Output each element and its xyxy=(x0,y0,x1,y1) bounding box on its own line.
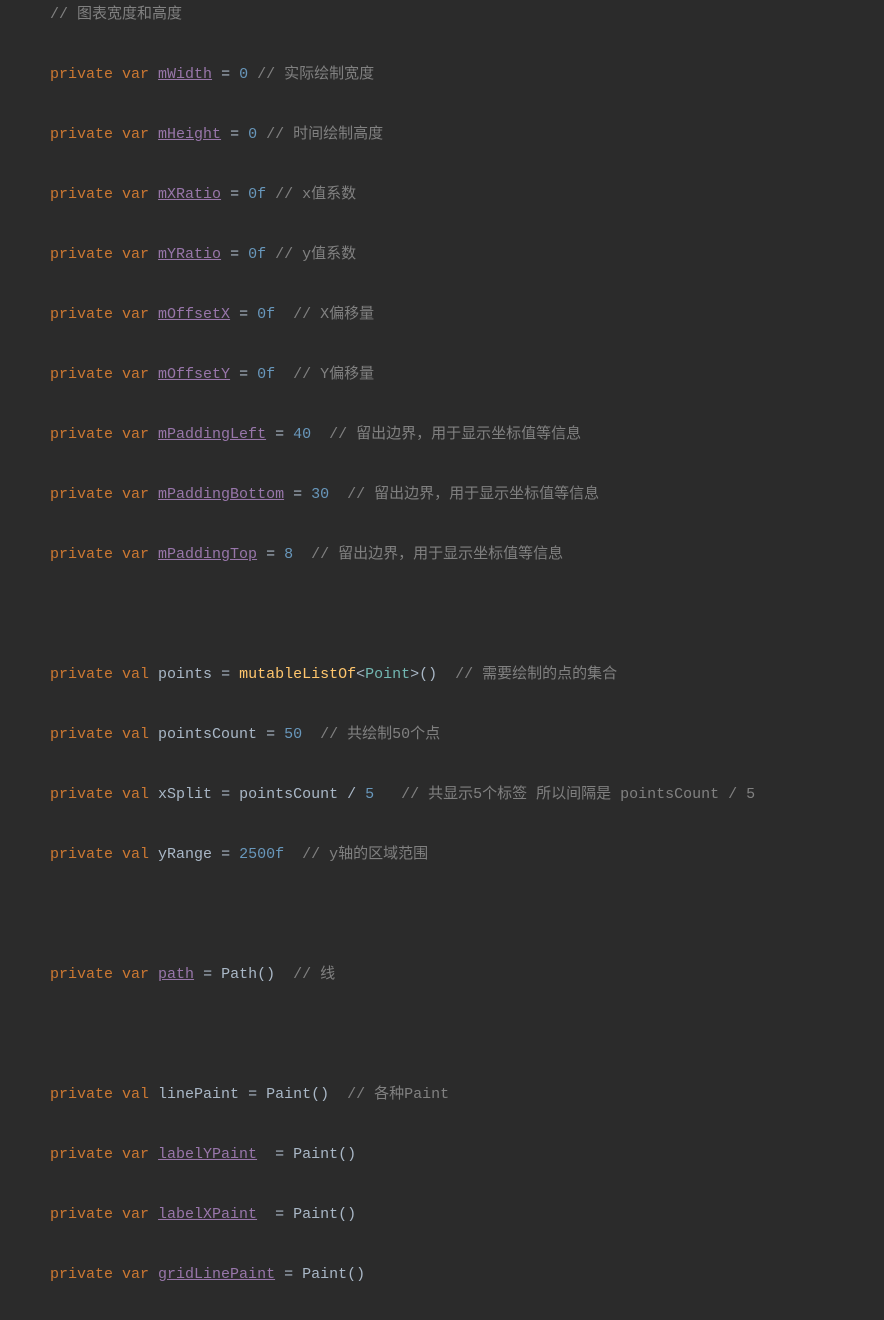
number: 0f xyxy=(248,246,266,263)
comment: // 各种Paint xyxy=(329,1086,449,1103)
code-line: private var mHeight = 0 // 时间绘制高度 xyxy=(50,120,884,150)
var-name: yRange xyxy=(158,846,212,863)
keyword: private var xyxy=(50,246,149,263)
code-line: private var mXRatio = 0f // x值系数 xyxy=(50,180,884,210)
function-call: mutableListOf xyxy=(239,666,356,683)
var-name: mPaddingLeft xyxy=(158,426,266,443)
number: 30 xyxy=(311,486,329,503)
keyword: private var xyxy=(50,306,149,323)
blank-line xyxy=(50,600,884,630)
number: 0 xyxy=(239,66,248,83)
keyword: private var xyxy=(50,546,149,563)
keyword: private var xyxy=(50,186,149,203)
function-call: Paint() xyxy=(293,1206,356,1223)
var-name: mHeight xyxy=(158,126,221,143)
var-name: mPaddingBottom xyxy=(158,486,284,503)
code-line: private val xSplit = pointsCount / 5 // … xyxy=(50,780,884,810)
number: 0f xyxy=(248,186,266,203)
comment: // Y偏移量 xyxy=(275,366,374,383)
function-call: Path() xyxy=(221,966,275,983)
var-name: mPaddingTop xyxy=(158,546,257,563)
var-name: points xyxy=(158,666,212,683)
number: 0 xyxy=(248,126,257,143)
comment: // 时间绘制高度 xyxy=(257,126,383,143)
code-line: private var mPaddingTop = 8 // 留出边界，用于显示… xyxy=(50,540,884,570)
code-line: private var mWidth = 0 // 实际绘制宽度 xyxy=(50,60,884,90)
comment: // 线 xyxy=(275,966,335,983)
var-name: mXRatio xyxy=(158,186,221,203)
keyword: private var xyxy=(50,366,149,383)
comment: // y轴的区域范围 xyxy=(284,846,428,863)
var-name: linePaint xyxy=(158,1086,239,1103)
code-line: private var mPaddingBottom = 30 // 留出边界，… xyxy=(50,480,884,510)
comment: // 留出边界，用于显示坐标值等信息 xyxy=(329,486,599,503)
comment: // 需要绘制的点的集合 xyxy=(437,666,617,683)
code-line: // 图表宽度和高度 xyxy=(50,0,884,30)
number: 0f xyxy=(257,366,275,383)
function-call: Paint() xyxy=(302,1266,365,1283)
code-line: private val pointsCount = 50 // 共绘制50个点 xyxy=(50,720,884,750)
code-line: private var labelXPaint = Paint() xyxy=(50,1200,884,1230)
keyword: private val xyxy=(50,846,149,863)
var-name: path xyxy=(158,966,194,983)
var-name: labelYPaint xyxy=(158,1146,257,1163)
var-name: gridLinePaint xyxy=(158,1266,275,1283)
var-name: pointsCount xyxy=(158,726,257,743)
comment: // 共绘制50个点 xyxy=(302,726,440,743)
code-line: private var mPaddingLeft = 40 // 留出边界，用于… xyxy=(50,420,884,450)
keyword: private var xyxy=(50,1206,149,1223)
comment: // 留出边界，用于显示坐标值等信息 xyxy=(311,426,581,443)
keyword: private val xyxy=(50,786,149,803)
number: 40 xyxy=(293,426,311,443)
keyword: private var xyxy=(50,1266,149,1283)
number: 8 xyxy=(284,546,293,563)
var-name: labelXPaint xyxy=(158,1206,257,1223)
number: 0f xyxy=(257,306,275,323)
keyword: private val xyxy=(50,1086,149,1103)
number: 2500f xyxy=(239,846,284,863)
keyword: private var xyxy=(50,66,149,83)
var-name: mYRatio xyxy=(158,246,221,263)
code-line: private var mOffsetY = 0f // Y偏移量 xyxy=(50,360,884,390)
keyword: private var xyxy=(50,126,149,143)
keyword: private val xyxy=(50,666,149,683)
var-name: mOffsetX xyxy=(158,306,230,323)
function-call: Paint() xyxy=(293,1146,356,1163)
comment: // 实际绘制宽度 xyxy=(248,66,374,83)
function-call: Paint() xyxy=(266,1086,329,1103)
comment: // y值系数 xyxy=(266,246,356,263)
var-name: xSplit xyxy=(158,786,212,803)
code-line: private var mOffsetX = 0f // X偏移量 xyxy=(50,300,884,330)
code-line: private val linePaint = Paint() // 各种Pai… xyxy=(50,1080,884,1110)
comment: // 图表宽度和高度 xyxy=(50,6,182,23)
keyword: private var xyxy=(50,486,149,503)
code-line: private val points = mutableListOf<Point… xyxy=(50,660,884,690)
code-line: private var mYRatio = 0f // y值系数 xyxy=(50,240,884,270)
keyword: private var xyxy=(50,426,149,443)
comment: // X偏移量 xyxy=(275,306,374,323)
number: 5 xyxy=(365,786,374,803)
blank-line xyxy=(50,1020,884,1050)
comment: // 共显示5个标签 所以间隔是 pointsCount / 5 xyxy=(374,786,755,803)
keyword: private val xyxy=(50,726,149,743)
code-line: private var labelYPaint = Paint() xyxy=(50,1140,884,1170)
blank-line xyxy=(50,900,884,930)
var-name: mWidth xyxy=(158,66,212,83)
var-name: mOffsetY xyxy=(158,366,230,383)
code-block: // 图表宽度和高度 private var mWidth = 0 // 实际绘… xyxy=(0,0,884,1320)
keyword: private var xyxy=(50,1146,149,1163)
code-line: private var path = Path() // 线 xyxy=(50,960,884,990)
comment: // x值系数 xyxy=(266,186,356,203)
code-line: private var gridLinePaint = Paint() xyxy=(50,1260,884,1290)
keyword: private var xyxy=(50,966,149,983)
code-line: private val yRange = 2500f // y轴的区域范围 xyxy=(50,840,884,870)
number: 50 xyxy=(284,726,302,743)
comment: // 留出边界，用于显示坐标值等信息 xyxy=(293,546,563,563)
type-name: Point xyxy=(365,666,410,683)
